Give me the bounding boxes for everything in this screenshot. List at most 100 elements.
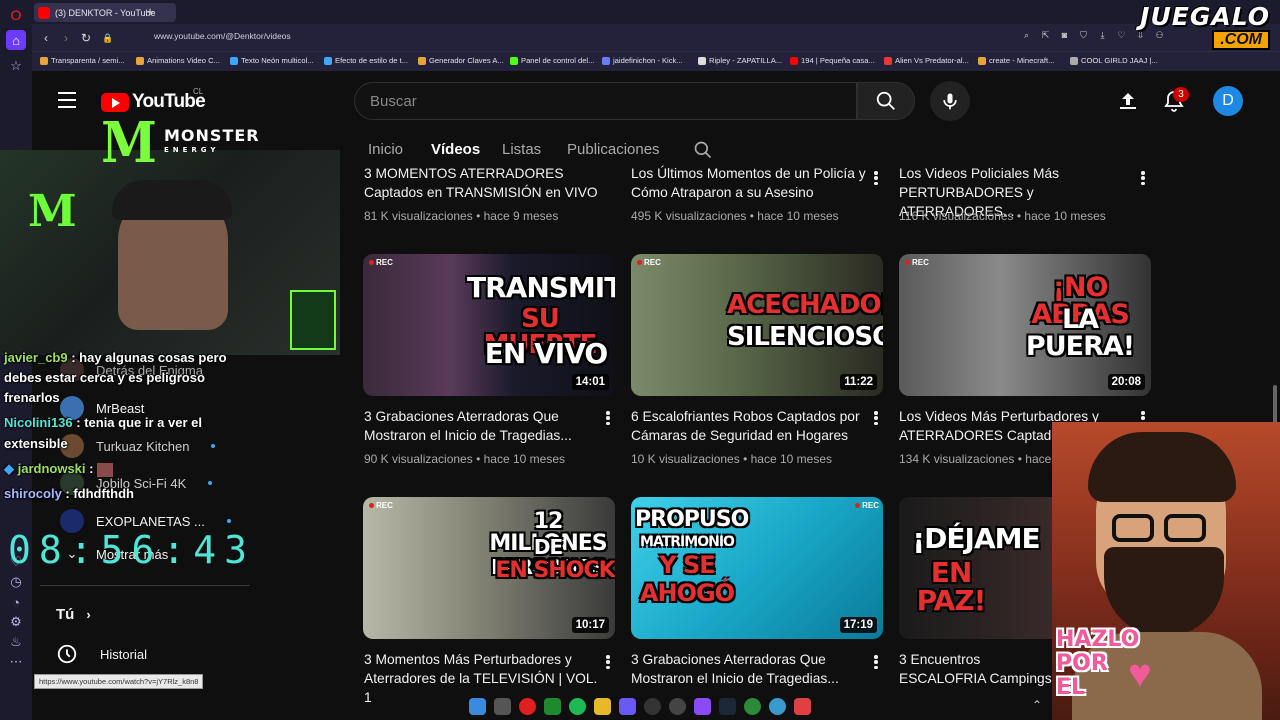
- thumbnail-text: EN SHOCK: [495, 558, 615, 583]
- chevron-up-icon[interactable]: ⌃: [1032, 698, 1042, 712]
- spotify-icon[interactable]: [569, 697, 586, 715]
- video-title[interactable]: Los Últimos Momentos de un Policía y Cóm…: [631, 164, 869, 202]
- new-content-dot: [208, 481, 213, 485]
- xbox-icon[interactable]: [544, 697, 561, 715]
- streamer-webcam: M: [0, 150, 340, 355]
- chat-line: ◆ jardnowski :: [4, 459, 114, 479]
- sidebar-item-turkuaz-kitchen[interactable]: Turkuaz Kitchen: [60, 434, 216, 458]
- hamburger-menu-icon[interactable]: [58, 92, 76, 108]
- video-menu-icon[interactable]: [1141, 171, 1145, 185]
- home-icon[interactable]: ⌂: [6, 30, 26, 50]
- rec-indicator: REC: [855, 501, 879, 510]
- thumbnail-text: EN PAZ!: [916, 556, 987, 617]
- forward-icon[interactable]: ›: [58, 30, 74, 46]
- app-icon[interactable]: [669, 697, 686, 715]
- app-icon[interactable]: [794, 697, 811, 715]
- obs-icon[interactable]: [644, 697, 661, 715]
- bookmark-item[interactable]: Texto Neón multicol...: [230, 56, 314, 65]
- video-menu-icon[interactable]: [606, 655, 610, 669]
- tab-publicaciones[interactable]: Publicaciones: [567, 141, 660, 158]
- app-icon[interactable]: [694, 697, 711, 715]
- video-thumbnail[interactable]: REC ¡NO ABRAS LA PUERA! 20:08: [899, 254, 1151, 396]
- page-scrollbar[interactable]: [1273, 385, 1277, 425]
- shield-icon[interactable]: ⛉: [1078, 30, 1089, 41]
- youtube-play-icon: [101, 92, 129, 112]
- heart-icon: ♥: [1128, 652, 1152, 696]
- history-icon[interactable]: ◷: [6, 572, 26, 592]
- steam-icon[interactable]: [719, 697, 736, 715]
- bookmark-item[interactable]: Generador Claves A...: [418, 56, 504, 65]
- video-menu-icon[interactable]: [606, 411, 610, 425]
- more-icon[interactable]: ⋯: [6, 652, 26, 672]
- video-meta: 495 K visualizaciones • hace 10 meses: [631, 209, 839, 223]
- task-view-icon[interactable]: [494, 697, 511, 715]
- video-title[interactable]: 3 Encuentros ESCALOFRIA Campings Captado…: [899, 650, 1053, 690]
- url-field[interactable]: www.youtube.com/@Denktor/videos: [154, 31, 291, 41]
- bulb-icon[interactable]: ♨: [6, 632, 26, 652]
- video-title[interactable]: 3 Grabaciones Aterradoras Que Mostraron …: [631, 650, 869, 688]
- bookmark-item[interactable]: jaidefinichon - Kick...: [602, 56, 683, 65]
- chat-line: extensible: [4, 436, 68, 451]
- bookmark-item[interactable]: Alien Vs Predator-al...: [884, 56, 969, 65]
- download-icon[interactable]: ⤓: [1097, 30, 1108, 41]
- video-duration: 11:22: [840, 374, 877, 390]
- watermark-top: JUEGALO: [1140, 2, 1270, 31]
- new-tab-icon[interactable]: +: [142, 4, 158, 20]
- video-menu-icon[interactable]: [874, 655, 878, 669]
- notification-badge: 3: [1173, 87, 1189, 102]
- channel-search-icon[interactable]: [693, 140, 713, 160]
- sidebar-item-historial[interactable]: Historial: [56, 643, 147, 665]
- share-icon[interactable]: ⇱: [1040, 30, 1051, 41]
- app-icon[interactable]: [744, 697, 761, 715]
- app-icon[interactable]: [769, 697, 786, 715]
- video-thumbnail[interactable]: ¡DÉJAME EN PAZ!: [899, 497, 1053, 639]
- windows-start-icon[interactable]: [469, 697, 486, 715]
- clock-icon[interactable]: ◔: [6, 592, 26, 612]
- video-title[interactable]: 3 Grabaciones Aterradoras Que Mostraron …: [364, 407, 602, 445]
- video-thumbnail[interactable]: REC ACECHADOR SILENCIOSO 11:22: [631, 254, 883, 396]
- bookmark-item[interactable]: Panel de control del...: [510, 56, 594, 65]
- account-avatar[interactable]: D: [1213, 86, 1243, 116]
- search-icon[interactable]: ⌕: [1021, 30, 1032, 41]
- video-meta: 116 K visualizaciones • hace 10 meses: [899, 209, 1106, 223]
- video-title[interactable]: 3 MOMENTOS ATERRADORES Captados en TRANS…: [364, 164, 602, 202]
- tab-listas[interactable]: Listas: [502, 141, 541, 158]
- opera-logo-icon[interactable]: O: [6, 5, 26, 25]
- monster-can: [290, 290, 336, 350]
- tab-title: (3) DENKTOR - YouTube: [55, 7, 156, 18]
- thumbnail-text: ACECHADOR: [727, 290, 883, 320]
- streamer-cap: [112, 180, 232, 220]
- bookmark-item[interactable]: Transparenta / semi...: [40, 56, 125, 65]
- bookmark-item[interactable]: create - Minecraft...: [978, 56, 1054, 65]
- opera-gx-icon[interactable]: [519, 697, 536, 715]
- discord-icon[interactable]: [619, 697, 636, 715]
- bookmark-item[interactable]: Efecto de estilo de t...: [324, 56, 408, 65]
- tab-videos[interactable]: Vídeos: [431, 141, 480, 158]
- chat-line: javier_cb9 : hay algunas cosas pero: [4, 350, 227, 365]
- rec-indicator: REC: [637, 258, 661, 267]
- search-button[interactable]: [857, 82, 915, 120]
- video-title[interactable]: 6 Escalofriantes Robos Captados por Cáma…: [631, 407, 869, 445]
- tab-inicio[interactable]: Inicio: [368, 141, 403, 158]
- sidebar-you-section[interactable]: Tú ›: [56, 606, 91, 623]
- video-thumbnail[interactable]: REC TRANSMITIÓ SU MUERTE EN VIVO 14:01: [363, 254, 615, 396]
- bookmark-item[interactable]: 194 | Pequeña casa...: [790, 56, 875, 65]
- monster-subtext: ENERGY: [164, 146, 220, 154]
- camera-icon[interactable]: ◙: [1059, 30, 1070, 41]
- bookmark-item[interactable]: COOL GIRLD JAAJ |...: [1070, 56, 1158, 65]
- video-thumbnail[interactable]: REC PROPUSO MATRIMONIO Y SE AHOGÓ 17:19: [631, 497, 883, 639]
- video-menu-icon[interactable]: [874, 171, 878, 185]
- upload-icon[interactable]: [1116, 89, 1140, 113]
- star-icon[interactable]: ☆: [6, 56, 26, 76]
- search-input[interactable]: [370, 92, 856, 110]
- thumbnail-text: ¡DÉJAME: [912, 522, 1040, 555]
- video-menu-icon[interactable]: [874, 411, 878, 425]
- bookmark-item[interactable]: Animations Video C...: [136, 56, 220, 65]
- settings-icon[interactable]: ⚙: [6, 612, 26, 632]
- back-icon[interactable]: ‹: [38, 30, 54, 46]
- folder-icon[interactable]: [594, 697, 611, 715]
- video-thumbnail[interactable]: REC 12 MILLONES DE PERSONAS EN SHOCK 10:…: [363, 497, 615, 639]
- reload-icon[interactable]: ↻: [78, 30, 94, 46]
- bookmark-item[interactable]: Ripley - ZAPATILLA...: [698, 56, 782, 65]
- voice-search-button[interactable]: [930, 81, 970, 121]
